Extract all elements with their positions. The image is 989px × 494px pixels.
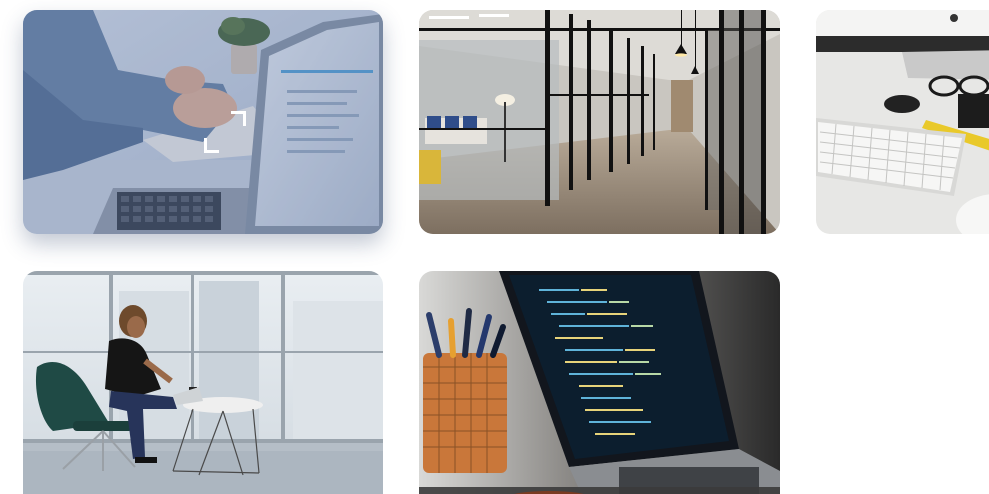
gallery-image-woman-lounge[interactable] bbox=[23, 271, 383, 494]
keyboard-desk-photo bbox=[816, 10, 989, 234]
gallery-image-office-corridor[interactable] bbox=[419, 10, 780, 234]
gallery-image-code-laptop[interactable] bbox=[419, 271, 780, 494]
image-gallery bbox=[0, 0, 989, 494]
office-corridor-photo bbox=[419, 10, 780, 234]
focus-corner-bottom-left bbox=[204, 138, 219, 153]
code-laptop-photo bbox=[419, 271, 780, 494]
gallery-image-keyboard-desk[interactable] bbox=[816, 10, 989, 234]
focus-frame-icon[interactable] bbox=[204, 111, 246, 153]
gallery-image-laptop-desk[interactable] bbox=[23, 10, 383, 234]
laptop-desk-photo bbox=[23, 10, 383, 234]
focus-corner-top-right bbox=[231, 111, 246, 126]
hand-pointer-icon bbox=[335, 180, 383, 234]
woman-lounge-photo bbox=[23, 271, 383, 494]
